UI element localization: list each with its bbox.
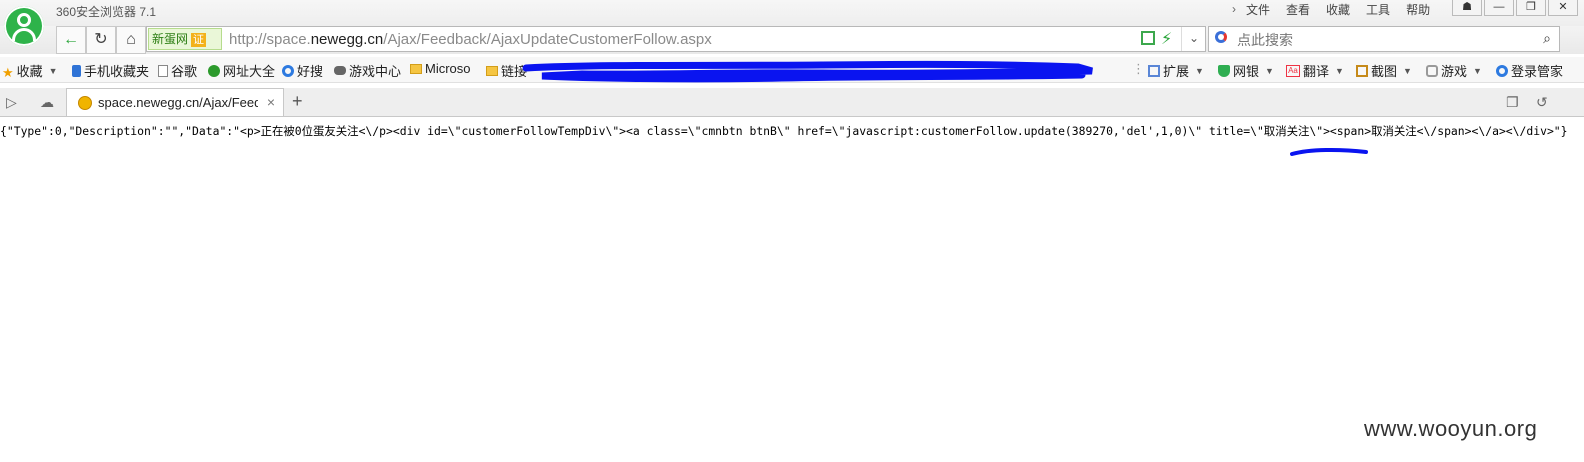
folder-icon	[486, 65, 498, 76]
favorite-haosou[interactable]: 好搜	[282, 61, 323, 80]
chevron-down-icon: ▼	[1473, 65, 1482, 76]
tab-list-icon[interactable]: ❐	[1506, 94, 1519, 111]
separator: ⋮	[1132, 61, 1145, 76]
speed-mode-icon[interactable]: ⚡	[1161, 29, 1172, 49]
tool-login-manager[interactable]: 登录管家	[1496, 61, 1563, 80]
menu-favorites[interactable]: 收藏	[1326, 1, 1350, 18]
haosou-icon	[282, 64, 294, 77]
reload-button[interactable]: ↻	[86, 26, 116, 54]
app-title: 360安全浏览器 7.1	[56, 5, 157, 19]
undo-close-tab-icon[interactable]: ↺	[1536, 94, 1548, 111]
menu-bar: › 文件 查看 收藏 工具 帮助	[1232, 1, 1446, 17]
json-response-text: {"Type":0,"Description":"","Data":"<p>正在…	[0, 124, 1568, 138]
menu-view[interactable]: 查看	[1286, 1, 1310, 18]
search-box: ⌕	[1208, 26, 1560, 52]
extension-icon	[1148, 64, 1160, 77]
game-icon	[1426, 64, 1438, 77]
address-bar[interactable]: 新蛋网证 http://space.newegg.cn/Ajax/Feedbac…	[146, 26, 1206, 52]
user-avatar-icon[interactable]	[4, 6, 44, 46]
skin-button[interactable]: ☗	[1452, 0, 1482, 16]
favorite-links[interactable]: 链接	[486, 61, 527, 80]
tool-bank[interactable]: 网银 ▼	[1218, 61, 1274, 80]
tab-title: space.newegg.cn/Ajax/Feedb	[98, 95, 258, 110]
new-tab-button[interactable]: +	[292, 91, 303, 112]
certificate-icon: 证	[191, 33, 207, 47]
watermark: www.wooyun.org	[1364, 416, 1538, 441]
site-favicon-icon	[78, 96, 92, 110]
site-name: 新蛋网	[152, 32, 189, 46]
favorite-google[interactable]: 谷歌	[158, 61, 197, 80]
phone-icon	[72, 64, 81, 77]
tab-bar: ▷ ☁ space.newegg.cn/Ajax/Feedb × + ❐ ↺	[0, 88, 1584, 117]
navigation-bar: ← ↻ ⌂ 新蛋网证 http://space.newegg.cn/Ajax/F…	[0, 26, 1584, 54]
close-button[interactable]: ✕	[1548, 0, 1578, 16]
translate-icon: Aa	[1286, 64, 1300, 77]
folder-icon	[410, 63, 422, 74]
bank-shield-icon	[1218, 64, 1230, 77]
cloud-icon[interactable]: ☁	[40, 94, 54, 111]
title-bar: 360安全浏览器 7.1 › 文件 查看 收藏 工具 帮助 ☗ — ❐ ✕	[0, 0, 1584, 26]
favorite-mobile[interactable]: 手机收藏夹	[72, 61, 149, 80]
search-input[interactable]	[1235, 29, 1519, 51]
redaction-scribble	[522, 60, 1093, 83]
gamepad-icon	[334, 66, 346, 75]
favorite-game-center[interactable]: 游戏中心	[334, 61, 401, 80]
chevron-down-icon: ▼	[1265, 65, 1274, 76]
search-engine-icon[interactable]	[1215, 31, 1227, 43]
address-dropdown-icon[interactable]: ⌄	[1181, 27, 1206, 51]
url-text[interactable]: http://space.newegg.cn/Ajax/Feedback/Aja…	[229, 31, 712, 48]
chevron-down-icon: ▼	[1403, 65, 1412, 76]
tool-games[interactable]: 游戏 ▼	[1426, 61, 1482, 80]
menu-file[interactable]: 文件	[1246, 1, 1270, 18]
login-icon	[1496, 64, 1508, 77]
chevron-right-icon[interactable]: ›	[1232, 2, 1236, 16]
page-icon	[158, 64, 168, 77]
maximize-button[interactable]: ❐	[1516, 0, 1546, 16]
star-icon: ★	[2, 64, 14, 80]
globe-icon	[208, 64, 220, 77]
window-controls: ☗ — ❐ ✕	[1450, 0, 1578, 16]
chevron-down-icon: ▼	[48, 65, 58, 76]
search-icon[interactable]: ⌕	[1543, 30, 1551, 47]
tab-active[interactable]: space.newegg.cn/Ajax/Feedb ×	[66, 88, 284, 116]
sidebar-toggle-icon[interactable]: ▷	[6, 94, 17, 111]
home-button[interactable]: ⌂	[116, 26, 146, 54]
favorite-hao360[interactable]: 网址大全	[208, 61, 275, 80]
menu-help[interactable]: 帮助	[1406, 1, 1430, 18]
chevron-down-icon: ▼	[1195, 65, 1204, 76]
tool-translate[interactable]: Aa 翻译 ▼	[1286, 61, 1344, 80]
back-button[interactable]: ←	[56, 26, 86, 54]
favorites-menu[interactable]: ★ 收藏 ▼	[2, 61, 58, 80]
chevron-down-icon: ▼	[1335, 65, 1344, 76]
highlight-underline	[1290, 147, 1368, 156]
site-identity-badge[interactable]: 新蛋网证	[148, 28, 222, 50]
qr-code-icon[interactable]	[1141, 31, 1155, 45]
tool-screenshot[interactable]: 截图 ▼	[1356, 61, 1412, 80]
screenshot-icon	[1356, 64, 1368, 77]
favorites-bar: ★ 收藏 ▼ 手机收藏夹 谷歌 网址大全 好搜 游戏中心 Microso 链接 ⋮ …	[0, 57, 1584, 83]
favorite-microsoft[interactable]: Microso	[410, 61, 471, 76]
minimize-button[interactable]: —	[1484, 0, 1514, 16]
tool-extensions[interactable]: 扩展 ▼	[1148, 61, 1204, 80]
menu-tools[interactable]: 工具	[1366, 1, 1390, 18]
tab-close-icon[interactable]: ×	[267, 94, 275, 110]
